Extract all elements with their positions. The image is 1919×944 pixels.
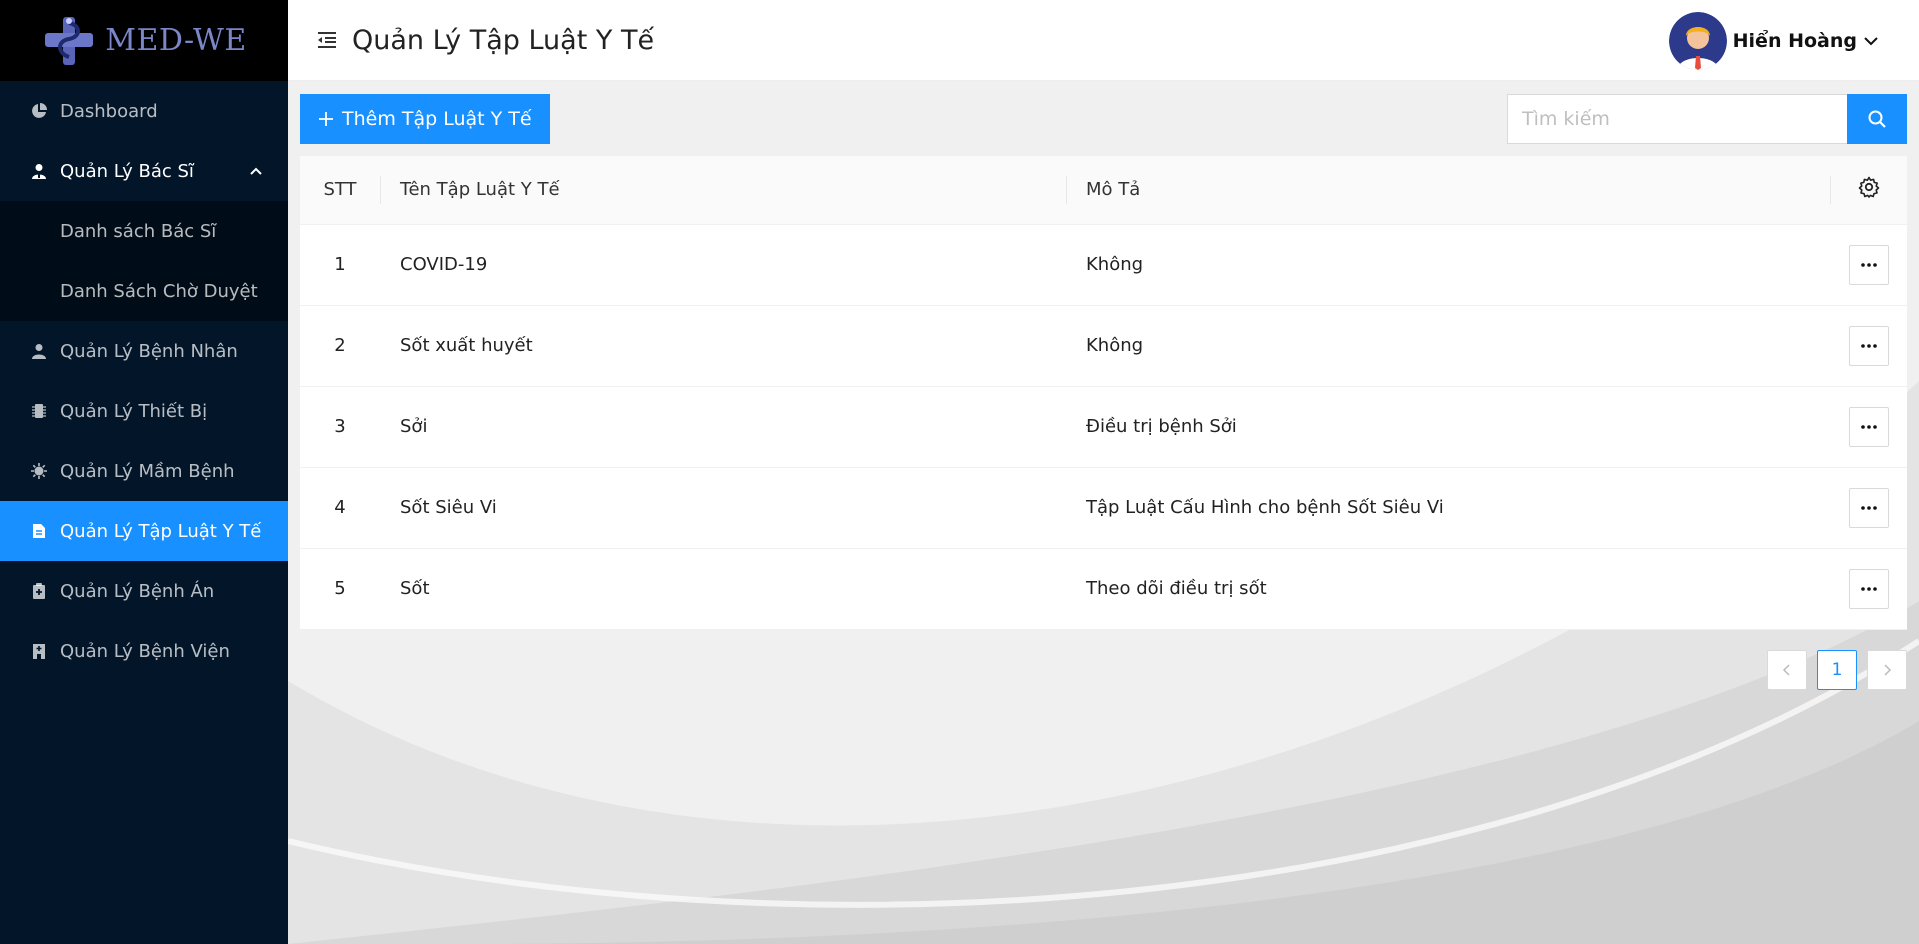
ellipsis-icon bbox=[1860, 424, 1877, 429]
cell-stt: 5 bbox=[300, 548, 380, 630]
table-row: 2 Sốt xuất huyết Không bbox=[300, 305, 1907, 387]
sidebar: MED-WE Dashboard Quản Lý Bác Sĩ Danh sác… bbox=[0, 0, 288, 944]
user-icon bbox=[30, 342, 48, 360]
column-header-name: Tên Tập Luật Y Tế bbox=[380, 156, 1066, 225]
sidebar-item-label: Quản Lý Bệnh Án bbox=[60, 580, 215, 602]
cell-name: Sốt Siêu Vi bbox=[380, 467, 1066, 549]
cell-name: Sốt bbox=[380, 548, 1066, 630]
sidebar-item-devices[interactable]: Quản Lý Thiết Bị bbox=[0, 381, 288, 441]
hospital-icon bbox=[30, 642, 48, 660]
sidebar-item-pathogens[interactable]: Quản Lý Mầm Bệnh bbox=[0, 441, 288, 501]
cell-description: Không bbox=[1066, 305, 1830, 387]
cell-actions bbox=[1830, 548, 1907, 630]
sidebar-item-hospitals[interactable]: Quản Lý Bệnh Viện bbox=[0, 621, 288, 681]
cell-name: Sởi bbox=[380, 386, 1066, 468]
user-menu[interactable]: Hiển Hoàng bbox=[1668, 12, 1879, 70]
logo-icon bbox=[45, 16, 94, 65]
cell-name: Sốt xuất huyết bbox=[380, 305, 1066, 387]
sidebar-item-patients[interactable]: Quản Lý Bệnh Nhân bbox=[0, 321, 288, 381]
sidebar-item-label: Quản Lý Bệnh Viện bbox=[60, 640, 230, 662]
ellipsis-icon bbox=[1860, 343, 1877, 348]
doctor-icon bbox=[30, 162, 48, 180]
user-name: Hiển Hoàng bbox=[1732, 30, 1857, 52]
table-row: 1 COVID-19 Không bbox=[300, 224, 1907, 306]
avatar bbox=[1668, 12, 1727, 70]
table-header-row: STT Tên Tập Luật Y Tế Mô Tả bbox=[300, 156, 1907, 225]
sidebar-menu: Dashboard Quản Lý Bác Sĩ Danh sách Bác S… bbox=[0, 81, 288, 681]
sidebar-item-doctors[interactable]: Quản Lý Bác Sĩ bbox=[0, 141, 288, 201]
main-content: Thêm Tập Luật Y Tế STT Tên Tập Luật Y Tế… bbox=[288, 81, 1919, 944]
sidebar-item-pending-list[interactable]: Danh Sách Chờ Duyệt bbox=[0, 261, 288, 321]
sidebar-item-medical-rules[interactable]: Quản Lý Tập Luật Y Tế bbox=[0, 501, 288, 561]
cell-stt: 3 bbox=[300, 386, 380, 468]
pagination-next-button[interactable] bbox=[1867, 650, 1907, 690]
sidebar-item-label: Quản Lý Bệnh Nhân bbox=[60, 340, 238, 362]
cell-actions bbox=[1830, 467, 1907, 549]
doctors-submenu: Danh sách Bác Sĩ Danh Sách Chờ Duyệt bbox=[0, 201, 288, 321]
cell-description: Điều trị bệnh Sởi bbox=[1066, 386, 1830, 468]
column-header-stt: STT bbox=[300, 156, 380, 225]
cell-stt: 2 bbox=[300, 305, 380, 387]
toolbar: Thêm Tập Luật Y Tế bbox=[300, 94, 1907, 144]
cell-description: Tập Luật Cấu Hình cho bệnh Sốt Siêu Vi bbox=[1066, 467, 1830, 549]
virus-icon bbox=[30, 462, 48, 480]
cell-actions bbox=[1830, 224, 1907, 306]
table-row: 4 Sốt Siêu Vi Tập Luật Cấu Hình cho bệnh… bbox=[300, 467, 1907, 549]
search-button[interactable] bbox=[1847, 94, 1907, 144]
pagination-page-current[interactable]: 1 bbox=[1817, 650, 1857, 690]
brand-logo[interactable]: MED-WE bbox=[0, 0, 288, 81]
table-row: 5 Sốt Theo dõi điều trị sốt bbox=[300, 548, 1907, 630]
column-settings bbox=[1830, 156, 1907, 225]
cell-actions bbox=[1830, 305, 1907, 387]
cell-description: Theo dõi điều trị sốt bbox=[1066, 548, 1830, 630]
pagination: 1 bbox=[1767, 650, 1907, 690]
pie-chart-icon bbox=[30, 102, 48, 120]
sidebar-item-medical-records[interactable]: Quản Lý Bệnh Án bbox=[0, 561, 288, 621]
column-header-description: Mô Tả bbox=[1066, 156, 1830, 225]
medical-rules-table: STT Tên Tập Luật Y Tế Mô Tả 1 COVID-19 K bbox=[300, 156, 1907, 630]
row-more-button[interactable] bbox=[1848, 487, 1889, 528]
chevron-down-icon bbox=[1864, 37, 1878, 46]
sidebar-item-label: Quản Lý Tập Luật Y Tế bbox=[60, 520, 262, 542]
chevron-up-icon bbox=[250, 167, 262, 175]
gear-icon[interactable] bbox=[1857, 175, 1881, 199]
add-button-label: Thêm Tập Luật Y Tế bbox=[342, 108, 532, 130]
cell-description: Không bbox=[1066, 224, 1830, 306]
ellipsis-icon bbox=[1860, 262, 1877, 267]
sidebar-item-label: Quản Lý Mầm Bệnh bbox=[60, 460, 235, 482]
cell-actions bbox=[1830, 386, 1907, 468]
table-row: 3 Sởi Điều trị bệnh Sởi bbox=[300, 386, 1907, 468]
pagination-prev-button[interactable] bbox=[1767, 650, 1807, 690]
row-more-button[interactable] bbox=[1848, 568, 1889, 609]
ellipsis-icon bbox=[1860, 586, 1877, 591]
sidebar-item-label: Quản Lý Bác Sĩ bbox=[60, 160, 194, 182]
brand-name: MED-WE bbox=[105, 23, 247, 58]
search-icon bbox=[1868, 110, 1886, 128]
add-medical-rule-button[interactable]: Thêm Tập Luật Y Tế bbox=[300, 94, 550, 144]
row-more-button[interactable] bbox=[1848, 244, 1889, 285]
page-title: Quản Lý Tập Luật Y Tế bbox=[352, 24, 655, 56]
medical-clipboard-icon bbox=[30, 582, 48, 600]
file-icon bbox=[30, 522, 48, 540]
sidebar-item-doctor-list[interactable]: Danh sách Bác Sĩ bbox=[0, 201, 288, 261]
sidebar-item-label: Danh Sách Chờ Duyệt bbox=[60, 280, 258, 302]
row-more-button[interactable] bbox=[1848, 406, 1889, 447]
chevron-right-icon bbox=[1884, 664, 1892, 676]
plus-icon bbox=[319, 112, 333, 126]
chevron-left-icon bbox=[1782, 664, 1790, 676]
row-more-button[interactable] bbox=[1848, 325, 1889, 366]
search-box bbox=[1507, 94, 1907, 144]
ellipsis-icon bbox=[1860, 505, 1877, 510]
cell-stt: 4 bbox=[300, 467, 380, 549]
top-header: Quản Lý Tập Luật Y Tế Hiển Hoàng bbox=[288, 0, 1919, 81]
sidebar-item-dashboard[interactable]: Dashboard bbox=[0, 81, 288, 141]
cell-name: COVID-19 bbox=[380, 224, 1066, 306]
search-input[interactable] bbox=[1507, 94, 1847, 144]
menu-fold-icon[interactable] bbox=[316, 29, 338, 51]
sidebar-item-label: Quản Lý Thiết Bị bbox=[60, 400, 208, 422]
chip-icon bbox=[30, 402, 48, 420]
sidebar-item-label: Danh sách Bác Sĩ bbox=[60, 220, 217, 242]
cell-stt: 1 bbox=[300, 224, 380, 306]
sidebar-item-label: Dashboard bbox=[60, 100, 158, 122]
